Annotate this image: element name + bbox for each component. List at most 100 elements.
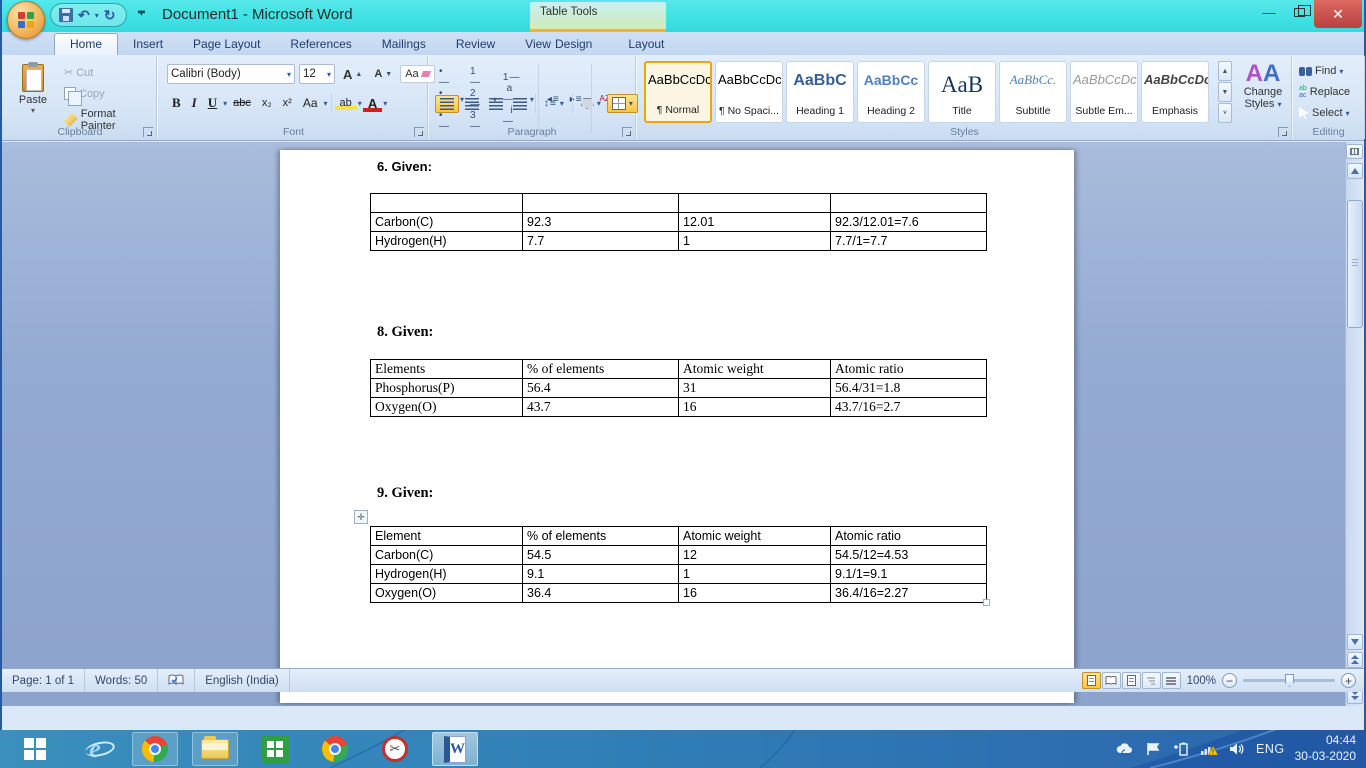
font-size-dropdown-icon[interactable]: ▾ bbox=[327, 70, 331, 79]
styles-scroll-up-button[interactable]: ▲ bbox=[1218, 61, 1232, 81]
zoom-level[interactable]: 100% bbox=[1187, 675, 1216, 687]
volume-icon[interactable] bbox=[1228, 740, 1246, 758]
font-dialog-launcher[interactable] bbox=[414, 127, 424, 137]
table-cell[interactable]: 12 bbox=[679, 546, 831, 565]
table-cell[interactable]: 16 bbox=[679, 398, 831, 417]
table-cell[interactable]: 54.5/12=4.53 bbox=[831, 546, 987, 565]
heading-6-given[interactable]: 6. Given: bbox=[377, 159, 432, 174]
table-cell[interactable]: 7.7/1=7.7 bbox=[831, 232, 987, 251]
zoom-in-button[interactable]: + bbox=[1341, 673, 1356, 688]
close-button[interactable]: ✕ bbox=[1314, 0, 1362, 28]
table-cell[interactable]: 92.3 bbox=[523, 213, 679, 232]
web-layout-view-button[interactable] bbox=[1122, 672, 1141, 689]
undo-dropdown-icon[interactable]: ▾ bbox=[95, 11, 99, 20]
table-cell[interactable]: Element bbox=[371, 527, 523, 546]
styles-more-button[interactable]: ⩛ bbox=[1218, 103, 1232, 123]
table-cell[interactable]: 43.7 bbox=[523, 398, 679, 417]
snipping-tool-button[interactable]: ✂ bbox=[372, 732, 418, 766]
table-cell[interactable]: 9.1 bbox=[523, 565, 679, 584]
network-warning-icon[interactable]: ! bbox=[1200, 740, 1218, 758]
word-taskbar-button[interactable]: W bbox=[432, 732, 478, 766]
table-cell[interactable]: 56.4 bbox=[523, 379, 679, 398]
scrollbar-thumb[interactable] bbox=[1347, 200, 1363, 328]
style-normal[interactable]: AaBbCcDc ¶ Normal bbox=[644, 61, 712, 123]
language-tray-indicator[interactable]: ENG bbox=[1256, 742, 1285, 756]
align-right-button[interactable] bbox=[485, 96, 507, 112]
tab-layout[interactable]: Layout bbox=[613, 34, 679, 55]
office-button[interactable] bbox=[7, 1, 45, 39]
table-9-given[interactable]: Element% of elementsAtomic weightAtomic … bbox=[370, 526, 987, 603]
shrink-font-button[interactable]: A▼ bbox=[370, 66, 396, 82]
grow-font-button[interactable]: A▲ bbox=[339, 65, 366, 84]
align-center-button[interactable] bbox=[461, 96, 483, 112]
style-no-spacing[interactable]: AaBbCcDc ¶ No Spaci... bbox=[715, 61, 783, 123]
line-spacing-button[interactable]: ↕≡▾ bbox=[540, 96, 568, 111]
table-cell[interactable]: 56.4/31=1.8 bbox=[831, 379, 987, 398]
strikethrough-button[interactable]: abc bbox=[228, 96, 256, 110]
customize-qat-button[interactable]: ▂▾ bbox=[138, 6, 145, 17]
table-cell[interactable]: Atomic ratio bbox=[831, 527, 987, 546]
action-center-flag-icon[interactable] bbox=[1144, 740, 1162, 758]
table-cell[interactable]: 7.7 bbox=[523, 232, 679, 251]
styles-dialog-launcher[interactable] bbox=[1278, 127, 1288, 137]
style-emphasis[interactable]: AaBbCcDc Emphasis bbox=[1141, 61, 1209, 123]
italic-button[interactable]: I bbox=[187, 94, 202, 112]
chrome-button[interactable] bbox=[312, 732, 358, 766]
font-name-combobox[interactable]: Calibri (Body)▾ bbox=[167, 64, 295, 84]
justify-button[interactable] bbox=[509, 96, 531, 112]
zoom-slider[interactable] bbox=[1243, 679, 1335, 682]
style-heading-1[interactable]: AaBbC Heading 1 bbox=[786, 61, 854, 123]
zoom-slider-handle[interactable] bbox=[1285, 674, 1294, 687]
table-cell[interactable]: 36.4/16=2.27 bbox=[831, 584, 987, 603]
undo-button[interactable]: ↶ bbox=[75, 7, 93, 23]
highlight-dropdown-icon[interactable]: ▾ bbox=[358, 99, 362, 108]
change-case-dropdown-icon[interactable]: ▾ bbox=[324, 99, 328, 108]
bold-button[interactable]: B bbox=[167, 94, 186, 112]
scroll-up-button[interactable] bbox=[1347, 163, 1363, 179]
restore-button[interactable] bbox=[1284, 0, 1314, 24]
tab-review[interactable]: Review bbox=[441, 34, 510, 55]
print-layout-view-button[interactable] bbox=[1082, 672, 1101, 689]
find-button[interactable]: Find▾ bbox=[1297, 64, 1352, 78]
tab-home[interactable]: Home bbox=[54, 33, 118, 55]
table-cell[interactable]: Atomic weight bbox=[679, 360, 831, 379]
table-cell[interactable]: Hydrogen(H) bbox=[371, 232, 523, 251]
styles-scroll-down-button[interactable]: ▼ bbox=[1218, 82, 1232, 102]
shading-button[interactable]: ▾ bbox=[577, 96, 605, 111]
proofing-status[interactable] bbox=[158, 669, 195, 692]
align-left-button[interactable] bbox=[435, 95, 459, 113]
tab-insert[interactable]: Insert bbox=[118, 34, 178, 55]
table-cell[interactable]: 16 bbox=[679, 584, 831, 603]
tab-mailings[interactable]: Mailings bbox=[367, 34, 441, 55]
full-screen-reading-view-button[interactable] bbox=[1102, 672, 1121, 689]
font-color-button[interactable]: A bbox=[363, 95, 382, 112]
table-cell[interactable]: 54.5 bbox=[523, 546, 679, 565]
table-cell[interactable]: Atomic ratio bbox=[831, 360, 987, 379]
previous-page-button[interactable] bbox=[1347, 652, 1363, 668]
redo-button[interactable]: ↻ bbox=[101, 7, 119, 23]
vertical-scrollbar[interactable] bbox=[1345, 142, 1364, 706]
language-indicator[interactable]: English (India) bbox=[195, 669, 290, 692]
table-cell[interactable] bbox=[679, 194, 831, 213]
table-cell[interactable] bbox=[831, 194, 987, 213]
table-cell[interactable]: 1 bbox=[679, 232, 831, 251]
font-size-combobox[interactable]: 12▾ bbox=[299, 64, 335, 84]
heading-8-given[interactable]: 8. Given: bbox=[377, 324, 433, 341]
page-indicator[interactable]: Page: 1 of 1 bbox=[2, 669, 85, 692]
copy-button[interactable]: Copy bbox=[60, 85, 156, 102]
file-explorer-button[interactable] bbox=[192, 732, 238, 766]
start-button[interactable] bbox=[12, 732, 58, 766]
paste-button[interactable]: Paste ▾ bbox=[12, 62, 54, 128]
table-cell[interactable]: 92.3/12.01=7.6 bbox=[831, 213, 987, 232]
underline-button[interactable]: U bbox=[203, 94, 222, 112]
table-cell[interactable]: % of elements bbox=[523, 360, 679, 379]
table-8-given[interactable]: Elements% of elementsAtomic weightAtomic… bbox=[370, 359, 987, 417]
table-cell[interactable]: 31 bbox=[679, 379, 831, 398]
table-cell[interactable]: Oxygen(O) bbox=[371, 398, 523, 417]
subscript-button[interactable]: x₂ bbox=[257, 96, 277, 110]
table-cell[interactable]: Phosphorus(P) bbox=[371, 379, 523, 398]
font-name-dropdown-icon[interactable]: ▾ bbox=[287, 70, 291, 79]
table-6-given[interactable]: Carbon(C)92.312.0192.3/12.01=7.6Hydrogen… bbox=[370, 193, 987, 251]
borders-button[interactable]: ▾ bbox=[607, 94, 638, 113]
scroll-down-button[interactable] bbox=[1347, 634, 1363, 650]
